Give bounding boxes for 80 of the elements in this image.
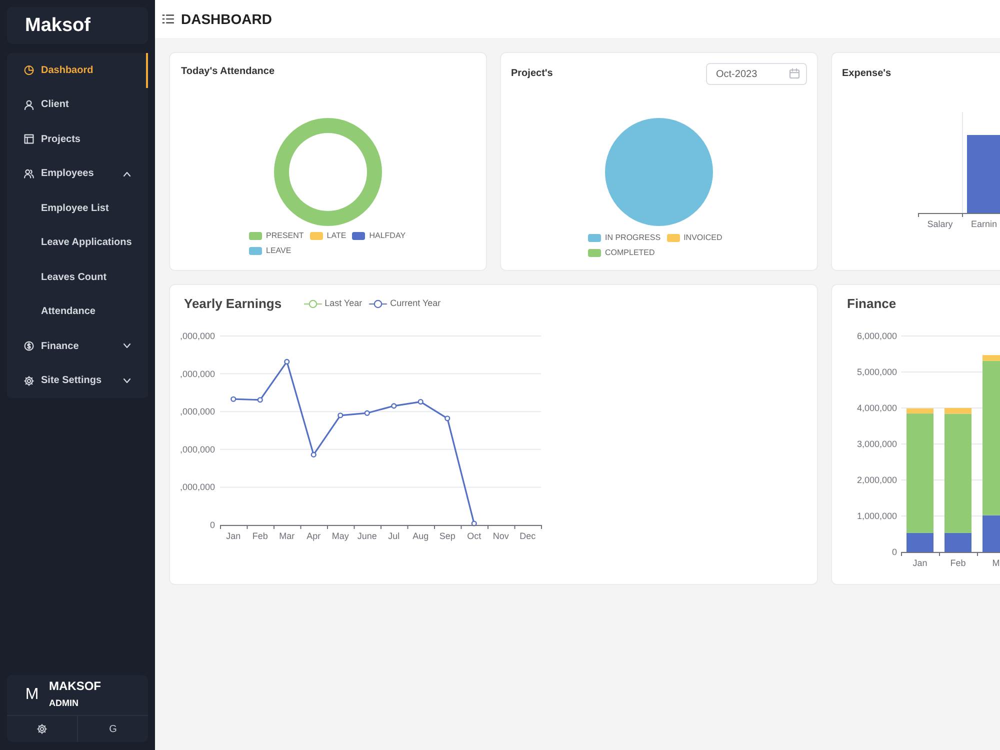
axis-label: ,000,000	[180, 368, 215, 379]
calendar-icon	[789, 68, 800, 79]
axis-label: 1,000,000	[856, 511, 897, 521]
axis-label: 4,000,000	[856, 403, 897, 413]
gear-icon	[37, 724, 47, 734]
axis-label: Dec	[520, 531, 536, 541]
axis-label: 6,000,000	[856, 331, 897, 341]
legend-label: Current Year	[390, 297, 441, 310]
data-point	[284, 358, 290, 364]
legend-label: PRESENT	[266, 230, 304, 242]
axis-label: Mar	[279, 531, 295, 541]
pie-chart-icon	[24, 65, 34, 76]
month-field[interactable]: Oct-2023	[706, 63, 807, 85]
avatar-initial: M	[24, 685, 40, 705]
data-point	[444, 416, 450, 422]
user-role: ADMIN	[49, 697, 80, 710]
data-point	[310, 452, 316, 458]
page-title: DASHBOARD	[181, 10, 272, 28]
nav-subitem[interactable]: Employee List	[7, 191, 148, 226]
nav-item[interactable]: Employees	[7, 156, 148, 191]
axis-label: Nov	[492, 531, 509, 541]
axis-label: June	[357, 531, 377, 541]
axis-label: ,000,000	[180, 482, 215, 492]
legend-label: LEAVE	[266, 244, 292, 256]
axis-label: Jan	[226, 531, 241, 541]
card-title: Expense's	[842, 67, 892, 81]
nav-subitem[interactable]: Leaves Count	[7, 260, 148, 294]
card-title: Yearly Earnings	[184, 295, 282, 313]
data-point	[257, 397, 263, 403]
people-icon	[24, 168, 34, 179]
gear-icon	[24, 376, 34, 386]
legend-label: COMPLETED	[605, 246, 655, 258]
axis-label: Earnin	[971, 219, 997, 229]
coin-icon	[24, 341, 34, 352]
nav-item[interactable]: Finance	[7, 329, 148, 364]
axis-label: Feb	[950, 558, 966, 568]
card-title: Finance	[847, 295, 896, 313]
axis-label: Oct	[467, 531, 482, 541]
nav-item[interactable]: Client	[7, 88, 148, 122]
axis-label: May	[332, 531, 349, 541]
axis-label: 0	[892, 547, 897, 557]
card-title: Today's Attendance	[181, 65, 276, 79]
person-icon	[24, 100, 34, 110]
data-point	[364, 410, 370, 416]
axis-label: 3,000,000	[856, 439, 897, 449]
axis-label: M	[992, 558, 1000, 568]
user-name: MAKSOF	[49, 679, 101, 694]
legend-label: IN PROGRESS	[605, 232, 661, 244]
data-point	[418, 398, 424, 405]
nav-subitem[interactable]: Leave Applications	[7, 226, 148, 260]
layout-icon	[24, 134, 34, 144]
legend-label: LATE	[326, 230, 346, 242]
axis-label: Jan	[912, 558, 928, 568]
data-point	[338, 412, 344, 418]
axis-label: 0	[210, 520, 215, 530]
data-point	[230, 396, 236, 402]
axis-label: Aug	[412, 531, 429, 541]
menu-icon[interactable]	[162, 14, 174, 24]
axis-label: Sep	[439, 531, 456, 541]
axis-label: 2,000,000	[856, 475, 897, 485]
legend-label: INVOICED	[684, 232, 722, 244]
axis-label: ,000,000	[180, 444, 215, 454]
card-title: Project's	[511, 67, 553, 81]
axis-label: Salary	[927, 219, 953, 229]
axis-label: Feb	[252, 531, 268, 541]
nav-item[interactable]: Projects	[7, 122, 148, 156]
axis-label: Apr	[306, 531, 321, 541]
nav-item[interactable]: Dashbaord	[7, 53, 148, 88]
axis-label: ,000,000	[180, 331, 215, 341]
axis-label: Jul	[388, 531, 400, 541]
axis-label: 5,000,000	[856, 367, 897, 377]
brand-logo: Maksof	[7, 7, 148, 44]
footer-button[interactable]: G	[77, 716, 148, 742]
legend-label: Last Year	[324, 297, 362, 310]
legend-label: HALFDAY	[369, 230, 406, 242]
nav-item[interactable]: Site Settings	[7, 364, 148, 398]
data-point	[391, 403, 397, 409]
nav-subitem[interactable]: Attendance	[7, 294, 148, 329]
axis-label: ,000,000	[180, 406, 215, 417]
data-point	[471, 520, 477, 526]
